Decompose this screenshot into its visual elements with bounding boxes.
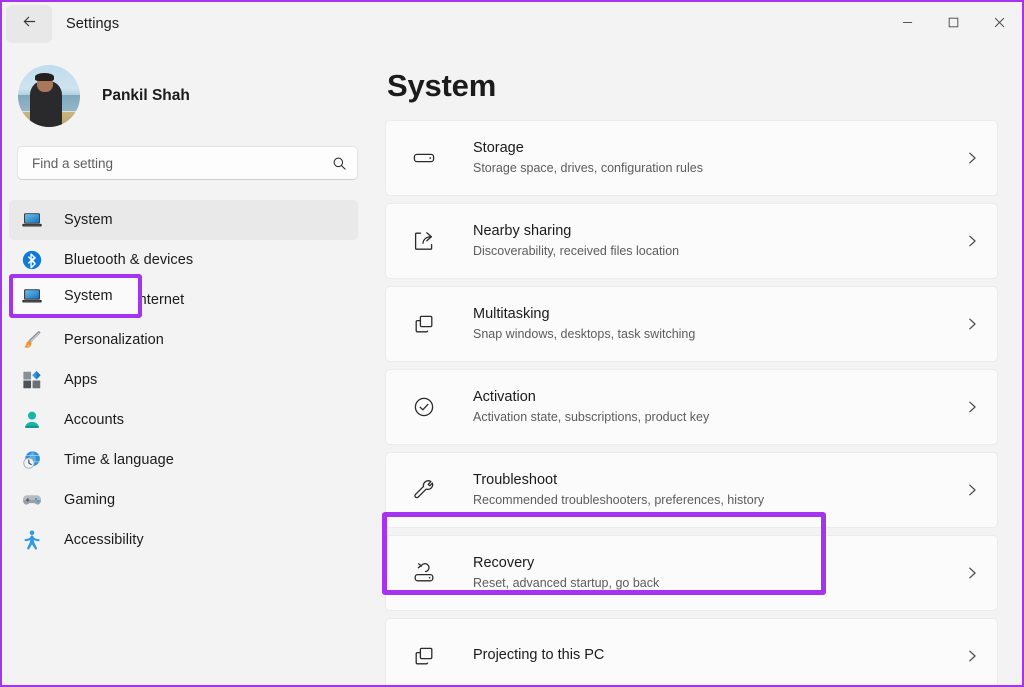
chevron-right-icon	[965, 317, 979, 331]
card-text: Activation Activation state, subscriptio…	[438, 388, 965, 426]
person-icon	[20, 408, 44, 432]
avatar	[18, 65, 80, 127]
minimize-icon	[902, 15, 913, 33]
maximize-button[interactable]	[930, 2, 976, 46]
sidebar-item-label: Accessibility	[44, 532, 144, 548]
settings-card-storage[interactable]: Storage Storage space, drives, configura…	[385, 120, 998, 196]
sidebar-item-apps[interactable]: Apps	[9, 360, 358, 400]
titlebar-spacer	[119, 2, 884, 46]
sidebar-item-label: Bluetooth & devices	[44, 252, 193, 268]
card-subtitle: Discoverability, received files location	[473, 242, 965, 261]
sidebar-item-label: Personalization	[44, 332, 164, 348]
sidebar-item-bluetooth-devices[interactable]: Bluetooth & devices	[9, 240, 358, 280]
card-subtitle	[473, 665, 965, 666]
card-title: Troubleshoot	[473, 471, 965, 491]
card-subtitle: Activation state, subscriptions, product…	[473, 408, 965, 427]
sidebar-item-label: Accounts	[44, 412, 124, 428]
clock-globe-icon	[20, 448, 44, 472]
window-controls	[884, 2, 1022, 46]
sidebar-item-system[interactable]: System	[9, 200, 358, 240]
card-text: Troubleshoot Recommended troubleshooters…	[438, 471, 965, 509]
accessibility-icon	[20, 528, 44, 552]
drive-reset-icon	[410, 559, 438, 587]
sidebar-item-label: Time & language	[44, 452, 174, 468]
main-pane: System Storage Storage space, drives, co…	[380, 46, 1022, 685]
settings-card-recovery[interactable]: Recovery Reset, advanced startup, go bac…	[385, 535, 998, 611]
chevron-right-icon	[965, 566, 979, 580]
apps-icon	[20, 368, 44, 392]
settings-card-multitasking[interactable]: Multitasking Snap windows, desktops, tas…	[385, 286, 998, 362]
sidebar-item-personalization[interactable]: Personalization	[9, 320, 358, 360]
laptop-icon	[20, 284, 44, 308]
windows-stack-icon	[410, 642, 438, 670]
profile-name: Pankil Shah	[80, 87, 190, 105]
drive-icon	[410, 144, 438, 172]
window-content: Pankil Shah	[2, 46, 1022, 685]
card-text: Nearby sharing Discoverability, received…	[438, 222, 965, 260]
close-icon	[994, 15, 1005, 33]
settings-card-troubleshoot[interactable]: Troubleshoot Recommended troubleshooters…	[385, 452, 998, 528]
sidebar-item-label: System	[44, 288, 113, 304]
page-title: System	[385, 46, 998, 120]
sidebar-item-time-language[interactable]: Time & language	[9, 440, 358, 480]
bluetooth-icon	[20, 248, 44, 272]
search-icon[interactable]	[332, 156, 347, 171]
app-title: Settings	[52, 2, 119, 46]
card-title: Nearby sharing	[473, 222, 965, 242]
card-text: Multitasking Snap windows, desktops, tas…	[438, 305, 965, 343]
gamepad-icon	[20, 488, 44, 512]
settings-card-projecting-to-this-pc[interactable]: Projecting to this PC	[385, 618, 998, 685]
minimize-button[interactable]	[884, 2, 930, 46]
sidebar-nav: System Bluetooth & devices	[2, 200, 380, 560]
settings-window: Settings	[2, 2, 1022, 685]
card-title: Recovery	[473, 554, 965, 574]
wrench-icon	[410, 476, 438, 504]
paintbrush-icon	[20, 328, 44, 352]
profile-section[interactable]: Pankil Shah	[2, 46, 380, 132]
back-button[interactable]	[6, 5, 52, 43]
sidebar-item-gaming[interactable]: Gaming	[9, 480, 358, 520]
chevron-right-icon	[965, 151, 979, 165]
share-icon	[410, 227, 438, 255]
sidebar-system-highlight-content[interactable]: System	[13, 278, 138, 314]
windows-stack-icon	[410, 310, 438, 338]
card-title: Activation	[473, 388, 965, 408]
card-subtitle: Reset, advanced startup, go back	[473, 574, 965, 593]
card-subtitle: Recommended troubleshooters, preferences…	[473, 491, 965, 510]
chevron-right-icon	[965, 400, 979, 414]
chevron-right-icon	[965, 649, 979, 663]
sidebar-item-accounts[interactable]: Accounts	[9, 400, 358, 440]
check-circle-icon	[410, 393, 438, 421]
maximize-icon	[948, 15, 959, 33]
sidebar-item-accessibility[interactable]: Accessibility	[9, 520, 358, 560]
laptop-icon	[20, 208, 44, 232]
sidebar-item-label: System	[44, 212, 113, 228]
title-bar: Settings	[2, 2, 1022, 46]
card-title: Projecting to this PC	[473, 646, 965, 666]
chevron-right-icon	[965, 234, 979, 248]
back-arrow-icon	[21, 13, 38, 35]
card-subtitle: Snap windows, desktops, task switching	[473, 325, 965, 344]
sidebar-item-label: Gaming	[44, 492, 115, 508]
settings-card-nearby-sharing[interactable]: Nearby sharing Discoverability, received…	[385, 203, 998, 279]
settings-card-activation[interactable]: Activation Activation state, subscriptio…	[385, 369, 998, 445]
sidebar: Pankil Shah	[2, 46, 380, 685]
card-text: Storage Storage space, drives, configura…	[438, 139, 965, 177]
sidebar-item-label: Apps	[44, 372, 97, 388]
search-input[interactable]	[32, 156, 332, 171]
search-box[interactable]	[17, 146, 358, 180]
card-text: Recovery Reset, advanced startup, go bac…	[438, 554, 965, 592]
card-subtitle: Storage space, drives, configuration rul…	[473, 159, 965, 178]
card-title: Multitasking	[473, 305, 965, 325]
card-title: Storage	[473, 139, 965, 159]
card-text: Projecting to this PC	[438, 646, 965, 667]
chevron-right-icon	[965, 483, 979, 497]
close-button[interactable]	[976, 2, 1022, 46]
